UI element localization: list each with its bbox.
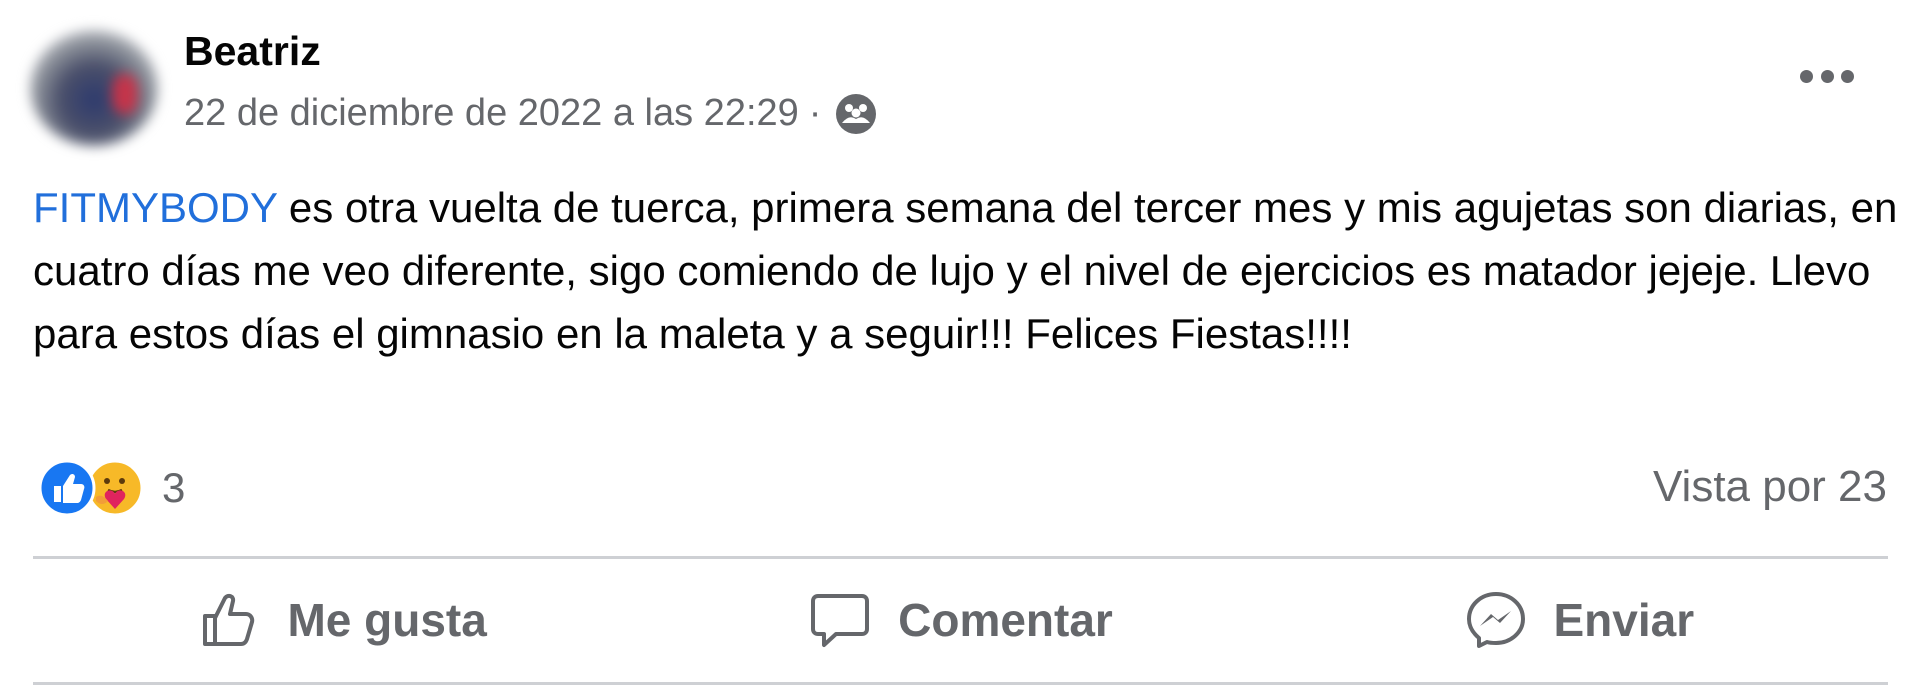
send-button[interactable]: Enviar <box>1270 560 1888 680</box>
comment-icon <box>811 594 870 647</box>
like-button[interactable]: Me gusta <box>33 560 651 680</box>
dot-icon <box>1800 69 1813 83</box>
dot-icon <box>1841 69 1854 83</box>
post-body: es otra vuelta de tuerca, primera semana… <box>33 184 1898 357</box>
like-label: Me gusta <box>287 594 487 646</box>
post-tag-link[interactable]: FITMYBODY <box>33 184 277 231</box>
post-text: FITMYBODY es otra vuelta de tuerca, prim… <box>33 176 1898 365</box>
more-options-button[interactable] <box>1800 66 1854 86</box>
post-timestamp[interactable]: 22 de diciembre de 2022 a las 22:29 <box>184 92 799 135</box>
dot-icon <box>1820 69 1834 83</box>
post-author[interactable]: Beatriz <box>184 28 321 75</box>
comment-label: Comentar <box>898 594 1113 646</box>
send-label: Enviar <box>1553 594 1695 646</box>
post-actions: Me gusta Comentar Enviar <box>33 560 1888 680</box>
friends-icon[interactable] <box>835 93 877 135</box>
divider <box>33 556 1888 559</box>
avatar[interactable] <box>30 30 158 146</box>
like-reaction-icon <box>38 459 96 517</box>
reactions-summary[interactable]: 3 <box>38 458 185 518</box>
meta-separator: · <box>808 92 822 134</box>
view-count[interactable]: Vista por 23 <box>1653 462 1887 512</box>
thumbs-up-icon <box>203 593 255 646</box>
reaction-count: 3 <box>162 464 186 511</box>
comment-button[interactable]: Comentar <box>651 560 1269 680</box>
post-meta: 22 de diciembre de 2022 a las 22:29 · <box>184 92 877 135</box>
messenger-icon <box>1466 592 1525 648</box>
